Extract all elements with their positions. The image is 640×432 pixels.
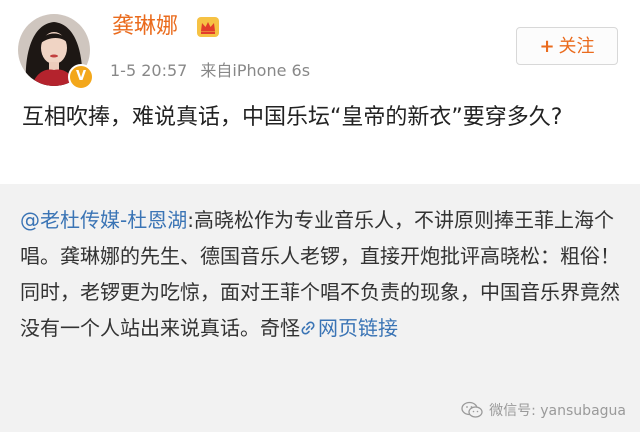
post-time: 1-5 20:57 <box>110 61 188 80</box>
watermark-text: 微信号: yansubagua <box>489 403 626 419</box>
post-text: 互相吹捧，难说真话，中国乐坛“皇帝的新衣”要穿多久? <box>22 105 563 130</box>
watermark: 微信号: yansubagua <box>461 400 626 420</box>
username[interactable]: 龚琳娜 <box>112 12 178 42</box>
web-link[interactable]: 网页链接 <box>318 316 398 340</box>
crown-icon <box>197 17 219 37</box>
verified-badge: V <box>68 64 94 90</box>
wechat-icon <box>461 401 483 418</box>
repost-card[interactable]: @老杜传媒-杜恩湖:高晓松作为专业音乐人，不讲原则捧王菲上海个唱。龚琳娜的先生、… <box>0 184 640 432</box>
follow-button[interactable]: + 关注 <box>516 27 618 65</box>
plus-icon: + <box>539 36 555 57</box>
repost-text: @老杜传媒-杜恩湖:高晓松作为专业音乐人，不讲原则捧王菲上海个唱。龚琳娜的先生、… <box>20 202 620 346</box>
post-source: 来自iPhone 6s <box>200 61 311 80</box>
weibo-post: V 龚琳娜 1-5 20:57 来自iPhone 6s + 关注 互相吹捧，难说真… <box>0 0 640 184</box>
mention-link[interactable]: @老杜传媒-杜恩湖 <box>20 208 187 232</box>
post-meta: 1-5 20:57 来自iPhone 6s <box>110 60 318 82</box>
link-icon <box>301 321 315 335</box>
follow-label: 关注 <box>558 36 595 57</box>
